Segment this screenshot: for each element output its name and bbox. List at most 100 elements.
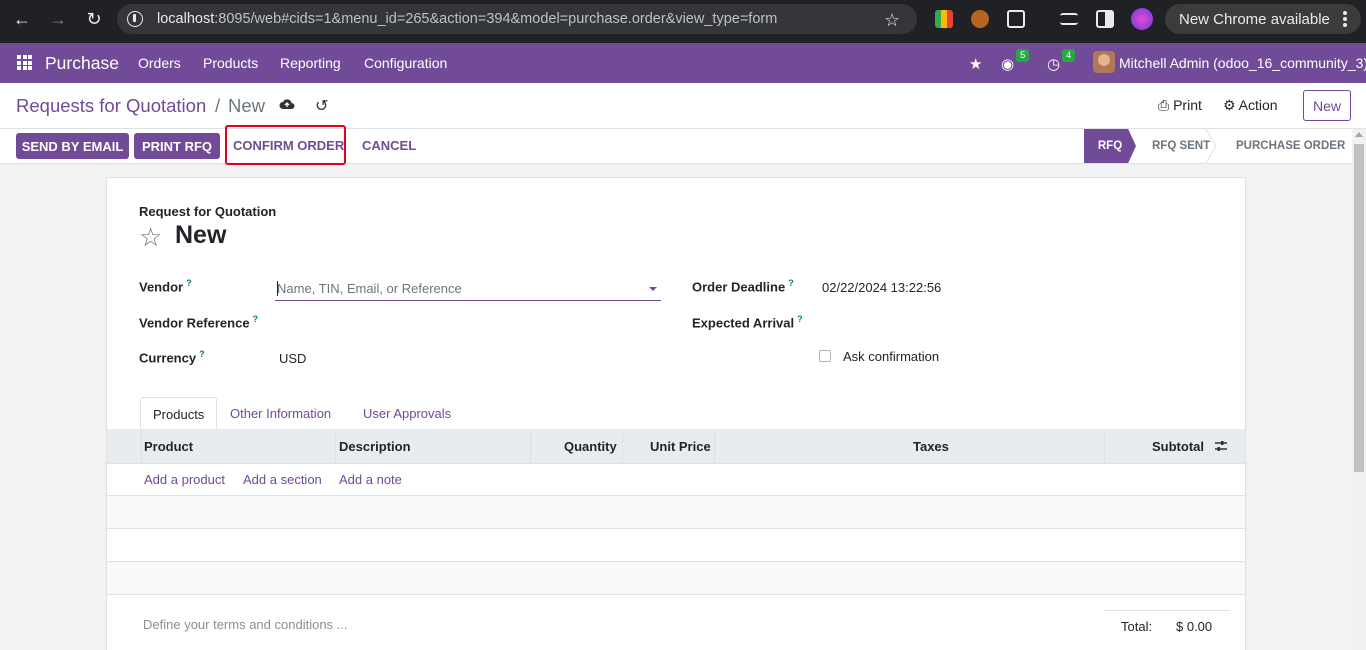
discard-undo-icon[interactable]: ↺ (315, 96, 328, 116)
side-panel-icon[interactable] (1096, 10, 1114, 28)
currency-label: Currency? (139, 349, 205, 366)
print-menu-button[interactable]: ⎙ Print (1158, 97, 1202, 114)
empty-table-row (107, 496, 1245, 529)
page-scrollbar[interactable] (1352, 129, 1366, 650)
tooltip-help-icon[interactable]: ? (788, 278, 794, 288)
media-control-icon[interactable] (1060, 13, 1078, 25)
total-divider (1104, 610, 1230, 611)
print-label: Print (1173, 97, 1202, 113)
debug-bug-icon[interactable]: ★ (969, 55, 982, 73)
column-divider (335, 429, 336, 464)
tooltip-help-icon[interactable]: ? (199, 349, 205, 359)
action-menu-button[interactable]: ⚙ Action (1223, 97, 1278, 114)
scroll-up-arrow-icon[interactable] (1355, 132, 1363, 137)
favorite-star-icon[interactable]: ☆ (139, 222, 162, 253)
stage-rfq-sent[interactable]: RFQ SENT (1152, 129, 1210, 163)
tab-other-information[interactable]: Other Information (218, 397, 343, 430)
column-taxes[interactable]: Taxes (913, 429, 949, 464)
messages-chat-icon[interactable]: ◉ (1001, 55, 1014, 73)
column-quantity[interactable]: Quantity (564, 429, 617, 464)
menu-reporting[interactable]: Reporting (280, 55, 341, 71)
menu-orders[interactable]: Orders (138, 55, 181, 71)
menu-products[interactable]: Products (203, 55, 258, 71)
add-line-row: Add a product Add a section Add a note (107, 464, 1245, 496)
empty-table-row (107, 529, 1245, 562)
breadcrumb-current: New (228, 95, 266, 116)
dropdown-caret-icon[interactable] (649, 287, 657, 291)
form-title-label: Request for Quotation (139, 204, 277, 219)
vendor-field[interactable] (275, 277, 661, 301)
scrollbar-thumb[interactable] (1354, 144, 1364, 472)
total-value: $ 0.00 (1176, 619, 1213, 634)
printer-icon: ⎙ (1158, 97, 1174, 113)
column-divider (530, 429, 531, 464)
column-unit-price[interactable]: Unit Price (650, 429, 711, 464)
tooltip-help-icon[interactable]: ? (186, 278, 192, 288)
record-name: New (175, 221, 227, 249)
chrome-update-label: New Chrome available (1179, 10, 1330, 28)
stage-purchase-order[interactable]: PURCHASE ORDER (1236, 129, 1345, 163)
url-text[interactable]: localhost:8095/web#cids=1&menu_id=265&ac… (157, 11, 777, 27)
address-bar[interactable]: localhost:8095/web#cids=1&menu_id=265&ac… (117, 4, 917, 34)
breadcrumb-separator: / (215, 95, 221, 116)
vendor-label: Vendor? (139, 278, 192, 295)
column-description[interactable]: Description (339, 429, 411, 464)
activities-count-badge: 4 (1062, 49, 1076, 62)
activities-clock-icon[interactable]: ◷ (1047, 55, 1060, 73)
notebook-tabs: Products Other Information User Approval… (107, 397, 1245, 431)
reload-icon[interactable]: ↻ (82, 7, 106, 31)
form-sheet: Request for Quotation ☆ New Vendor? Vend… (106, 177, 1246, 650)
column-product[interactable]: Product (144, 429, 193, 464)
main-navbar: Purchase Orders Products Reporting Confi… (0, 43, 1366, 83)
back-arrow-icon[interactable]: ← (10, 7, 34, 31)
vendor-reference-label: Vendor Reference? (139, 314, 259, 331)
order-deadline-value[interactable]: 02/22/2024 13:22:56 (822, 280, 941, 295)
new-record-button[interactable]: New (1303, 90, 1351, 121)
tooltip-help-icon[interactable]: ? (253, 314, 259, 324)
ask-confirmation-label[interactable]: Ask confirmation (843, 349, 939, 364)
profile-avatar-icon[interactable] (1131, 8, 1153, 30)
tab-products[interactable]: Products (140, 397, 218, 431)
add-section-link[interactable]: Add a section (243, 472, 322, 487)
user-avatar[interactable] (1093, 51, 1115, 73)
empty-table-row (107, 562, 1245, 595)
optional-columns-sliders-icon[interactable] (1214, 439, 1228, 453)
forward-arrow-icon[interactable]: → (46, 7, 70, 31)
monkey-extension-icon[interactable] (971, 10, 989, 28)
chrome-update-button[interactable]: New Chrome available (1165, 4, 1361, 34)
tooltip-help-icon[interactable]: ? (797, 314, 803, 324)
messages-count-badge: 5 (1016, 49, 1030, 62)
menu-configuration[interactable]: Configuration (364, 55, 447, 71)
column-divider (622, 429, 623, 464)
browser-toolbar: ← → ↻ localhost:8095/web#cids=1&menu_id=… (0, 0, 1366, 43)
currency-value[interactable]: USD (279, 351, 306, 366)
column-subtotal[interactable]: Subtotal (1152, 429, 1204, 464)
extensions-puzzle-icon[interactable] (1007, 10, 1025, 28)
cancel-button[interactable]: CANCEL (362, 138, 416, 153)
send-by-email-button[interactable]: SEND BY EMAIL (16, 133, 129, 159)
apps-menu-icon[interactable] (17, 55, 32, 70)
site-info-icon[interactable] (127, 11, 143, 27)
more-menu-icon[interactable] (1343, 11, 1347, 27)
action-label: Action (1238, 97, 1278, 113)
column-divider (1104, 429, 1105, 464)
add-note-link[interactable]: Add a note (339, 472, 402, 487)
ask-confirmation-checkbox[interactable] (819, 350, 831, 362)
bookmark-star-icon[interactable]: ☆ (884, 10, 900, 31)
vendor-input[interactable] (275, 277, 661, 300)
print-rfq-button[interactable]: PRINT RFQ (134, 133, 220, 159)
extension-icon[interactable] (935, 10, 953, 28)
add-product-link[interactable]: Add a product (144, 472, 225, 487)
text-cursor (277, 281, 278, 296)
form-statusbar: SEND BY EMAIL PRINT RFQ CONFIRM ORDER CA… (0, 125, 1352, 165)
tab-user-approvals[interactable]: User Approvals (351, 397, 463, 430)
breadcrumb-parent[interactable]: Requests for Quotation (16, 95, 206, 117)
column-divider (714, 429, 715, 464)
user-menu[interactable]: Mitchell Admin (odoo_16_community_3) (1119, 55, 1366, 71)
terms-conditions-field[interactable]: Define your terms and conditions ... (143, 617, 348, 632)
app-brand[interactable]: Purchase (45, 53, 119, 74)
order-deadline-label: Order Deadline? (692, 278, 794, 295)
stage-rfq[interactable]: RFQ (1084, 129, 1136, 163)
save-cloud-icon[interactable] (279, 97, 295, 111)
confirm-order-highlight (225, 125, 346, 165)
